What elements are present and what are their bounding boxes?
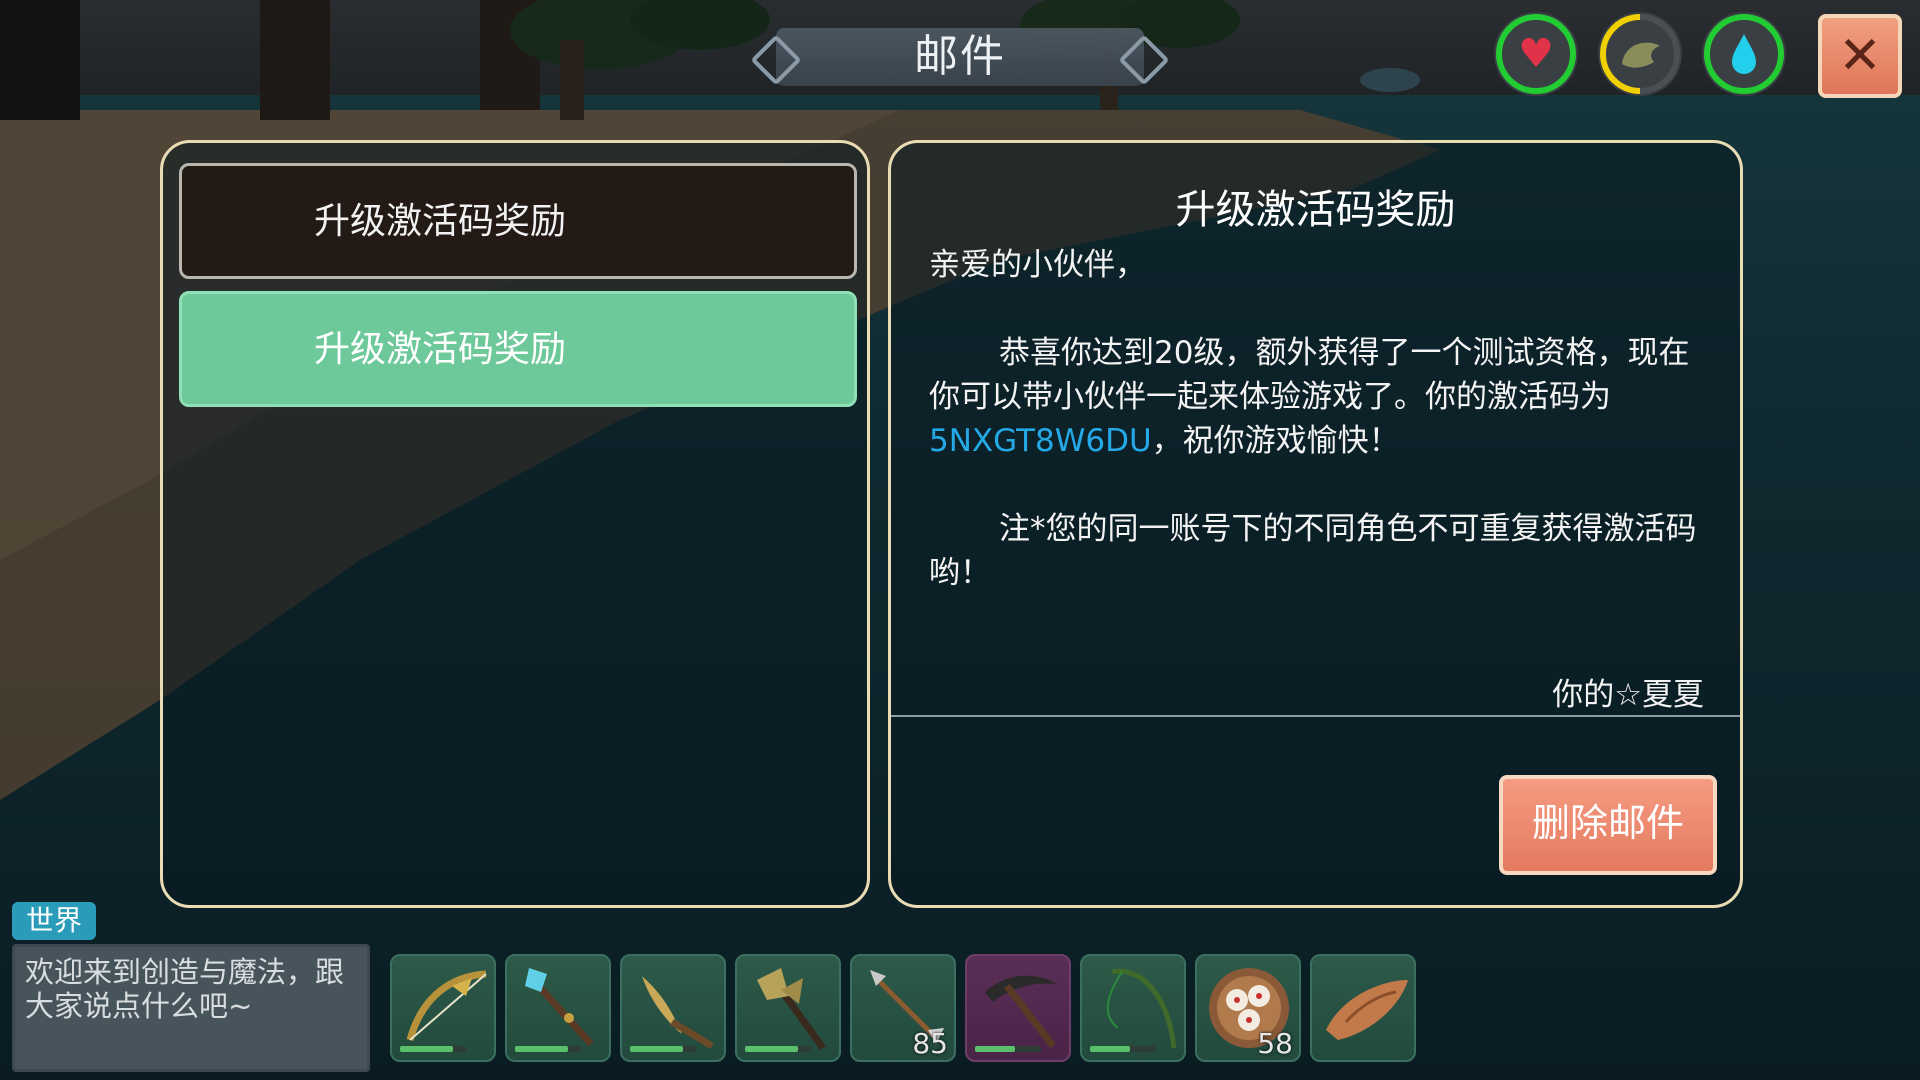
mail-list-item-label: 升级激活码奖励 [314, 329, 567, 370]
hunger-status[interactable] [1598, 12, 1682, 96]
hotbar-slot[interactable]: 58 [1195, 954, 1301, 1062]
mail-paragraph: 恭喜你达到20级，额外获得了一个测试资格，现在你可以带小伙伴一起来体验游戏了。你… [929, 331, 1719, 463]
item-count: 58 [1257, 1027, 1293, 1060]
activation-code[interactable]: 5NXGT8W6DU [929, 423, 1152, 459]
mail-greeting: 亲爱的小伙伴， [929, 247, 1146, 283]
hotbar-slot[interactable] [965, 954, 1071, 1062]
mail-signature: 你的☆夏夏 [1552, 677, 1704, 713]
durability-bar [630, 1046, 696, 1052]
close-button[interactable]: ✕ [1818, 14, 1902, 98]
mail-paragraph-text: 恭喜你达到20级，额外获得了一个测试资格，现在你可以带小伙伴一起来体验游戏了。你… [929, 335, 1690, 415]
mail-list-item[interactable]: 升级激活码奖励 [179, 163, 857, 279]
close-icon: ✕ [1838, 26, 1882, 86]
hotbar-slot[interactable] [390, 954, 496, 1062]
delete-mail-button[interactable]: 删除邮件 [1499, 775, 1717, 875]
wooden-boat-icon [1326, 980, 1408, 1040]
durability-bar [975, 1046, 1041, 1052]
divider [891, 715, 1740, 717]
durability-bar [1090, 1046, 1156, 1052]
mail-list-item-label: 升级激活码奖励 [314, 201, 567, 242]
chat-input[interactable]: 欢迎来到创造与魔法，跟大家说点什么吧~ [12, 944, 370, 1072]
mail-note: 注*您的同一账号下的不同角色不可重复获得激活码哟！ [929, 511, 1697, 591]
hunger-ring [1600, 14, 1680, 94]
durability-bar [515, 1046, 581, 1052]
mail-detail-panel: 升级激活码奖励 亲爱的小伙伴， 恭喜你达到20级，额外获得了一个测试资格，现在你… [888, 140, 1743, 908]
health-icon: ♥ [1518, 31, 1554, 77]
chat-channel-tab[interactable]: 世界 [12, 902, 96, 940]
hotbar-slot[interactable] [1310, 954, 1416, 1062]
mail-body: 亲爱的小伙伴， 恭喜你达到20级，额外获得了一个测试资格，现在你可以带小伙伴一起… [929, 243, 1719, 595]
durability-bar [400, 1046, 466, 1052]
hotbar-slot[interactable]: 85 [850, 954, 956, 1062]
hotbar-slot[interactable] [505, 954, 611, 1062]
mail-list-panel: 升级激活码奖励 升级激活码奖励 [160, 140, 870, 908]
title-banner: 邮件 [750, 24, 1170, 90]
water-ring [1704, 14, 1784, 94]
health-status[interactable]: ♥ [1494, 12, 1578, 96]
mail-paragraph-suffix: ，祝你游戏愉快！ [1151, 423, 1400, 459]
durability-bar [745, 1046, 811, 1052]
hotbar-slot[interactable] [620, 954, 726, 1062]
water-status[interactable] [1702, 12, 1786, 96]
item-count: 85 [912, 1027, 948, 1060]
hotbar-slot[interactable] [1080, 954, 1186, 1062]
mail-title: 升级激活码奖励 [1175, 187, 1456, 233]
mail-list-item-selected[interactable]: 升级激活码奖励 [179, 291, 857, 407]
page-title: 邮件 [914, 31, 1006, 82]
hotbar-slot[interactable] [735, 954, 841, 1062]
